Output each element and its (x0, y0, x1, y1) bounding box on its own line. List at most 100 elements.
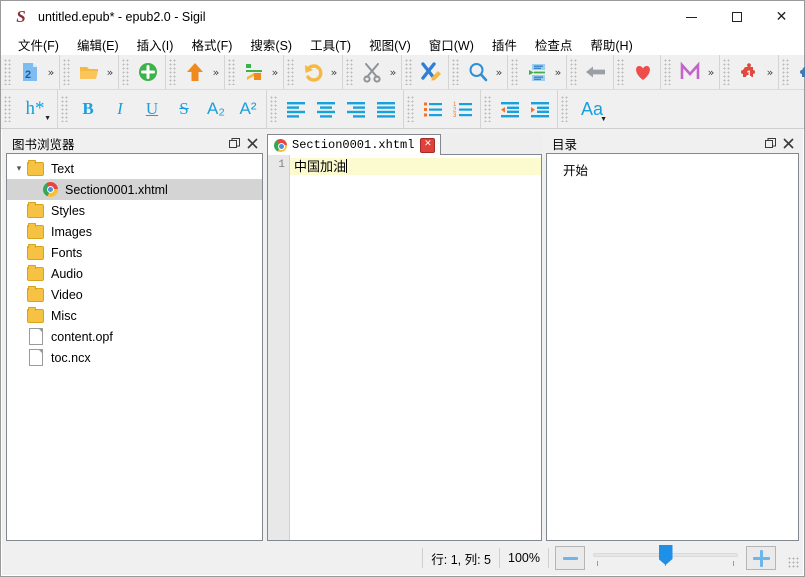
align-justify-button[interactable] (371, 95, 401, 123)
toolbar-drag-handle[interactable] (4, 59, 12, 85)
toolbar-overflow-icon[interactable]: » (45, 58, 57, 86)
tree-item-fonts[interactable]: Fonts (7, 242, 262, 263)
book-browser-close-button[interactable] (243, 134, 261, 152)
align-right-button[interactable] (341, 95, 371, 123)
bold-button[interactable]: B (72, 94, 104, 124)
change-case-button[interactable]: Aa ▼ (572, 94, 612, 124)
toolbar-overflow-icon[interactable]: » (210, 58, 222, 86)
tree-item-section0001[interactable]: Section0001.xhtml (7, 179, 262, 200)
book-browser-tree-container[interactable]: ▾ Text Section0001.xhtml Styles (6, 153, 263, 541)
zoom-out-button[interactable] (555, 546, 585, 570)
toolbar-drag-handle[interactable] (169, 59, 177, 85)
toolbar-overflow-icon[interactable]: » (269, 58, 281, 86)
close-button[interactable]: ✕ (759, 1, 804, 33)
menu-format[interactable]: 格式(F) (182, 33, 241, 56)
toolbar-overflow-icon[interactable]: » (328, 58, 340, 86)
toolbar-overflow-icon[interactable]: » (764, 58, 776, 86)
toolbar-drag-handle[interactable] (452, 59, 460, 85)
toolbar-overflow-icon[interactable]: » (705, 58, 717, 86)
toolbar-overflow-icon[interactable]: » (387, 58, 399, 86)
italic-button[interactable]: I (104, 94, 136, 124)
toolbar-drag-handle[interactable] (617, 59, 625, 85)
add-item-button[interactable] (133, 58, 163, 86)
tree-item-video[interactable]: Video (7, 284, 262, 305)
code-editor[interactable]: 1 中国加油 (267, 155, 542, 541)
book-browser-float-button[interactable] (225, 134, 243, 152)
toolbar-drag-handle[interactable] (228, 59, 236, 85)
undo-button[interactable] (298, 58, 328, 86)
toolbar-drag-handle[interactable] (270, 96, 278, 122)
zoom-slider-handle[interactable] (659, 545, 673, 565)
new-epub2-button[interactable]: 2 (15, 58, 45, 86)
menu-file[interactable]: 文件(F) (9, 33, 68, 56)
toc-float-button[interactable] (761, 134, 779, 152)
tree-item-audio[interactable]: Audio (7, 263, 262, 284)
menu-insert[interactable]: 插入(I) (128, 33, 183, 56)
decrease-indent-button[interactable] (495, 95, 525, 123)
zoom-slider[interactable] (593, 547, 738, 569)
bullet-list-button[interactable] (418, 95, 448, 123)
toolbar-drag-handle[interactable] (782, 59, 790, 85)
menu-plugins[interactable]: 插件 (483, 33, 526, 56)
minimize-button[interactable] (669, 1, 714, 33)
toolbar-drag-handle[interactable] (122, 59, 130, 85)
align-center-button[interactable] (311, 95, 341, 123)
zoom-in-button[interactable] (746, 546, 776, 570)
toolbar-drag-handle[interactable] (405, 59, 413, 85)
toolbar-drag-handle[interactable] (723, 59, 731, 85)
back-button[interactable] (581, 58, 611, 86)
tree-item-toc-ncx[interactable]: toc.ncx (7, 347, 262, 368)
toolbar-drag-handle[interactable] (511, 59, 519, 85)
toolbar-drag-handle[interactable] (570, 59, 578, 85)
toolbar-drag-handle[interactable] (484, 96, 492, 122)
tree-item-styles[interactable]: Styles (7, 200, 262, 221)
superscript-button[interactable]: A² (232, 94, 264, 124)
cut-button[interactable] (357, 58, 387, 86)
menu-view[interactable]: 视图(V) (360, 33, 420, 56)
menu-search[interactable]: 搜索(S) (241, 33, 301, 56)
open-button[interactable] (74, 58, 104, 86)
add-existing-files-button[interactable] (180, 58, 210, 86)
code-line-1[interactable]: 中国加油 (290, 158, 541, 175)
numbered-list-button[interactable]: 1 2 3 (448, 95, 478, 123)
toc-list-item[interactable]: 开始 (547, 154, 798, 179)
toolbar-drag-handle[interactable] (287, 59, 295, 85)
increase-indent-button[interactable] (525, 95, 555, 123)
tab-section0001-xhtml[interactable]: Section0001.xhtml ✕ (267, 134, 441, 155)
align-left-button[interactable] (281, 95, 311, 123)
toolbar-drag-handle[interactable] (61, 96, 69, 122)
heading-dropdown-button[interactable]: h* ▼ (15, 94, 55, 124)
resize-grip[interactable] (788, 557, 800, 569)
toc-list-container[interactable]: 开始 (546, 153, 799, 541)
menu-window[interactable]: 窗口(W) (420, 33, 483, 56)
menu-tools[interactable]: 工具(T) (301, 33, 360, 56)
toolbar-overflow-icon[interactable]: » (552, 58, 564, 86)
validate-epub-button[interactable] (416, 58, 446, 86)
split-at-cursor-button[interactable] (239, 58, 269, 86)
code-area[interactable]: 中国加油 (290, 155, 541, 540)
tree-item-content-opf[interactable]: content.opf (7, 326, 262, 347)
tab-close-icon[interactable]: ✕ (420, 138, 435, 153)
underline-button[interactable]: U (136, 94, 168, 124)
toolbar-drag-handle[interactable] (346, 59, 354, 85)
toolbar-overflow-icon[interactable]: » (104, 58, 116, 86)
tree-item-text[interactable]: ▾ Text (7, 158, 262, 179)
menu-checkpoint[interactable]: 检查点 (526, 33, 582, 56)
plugin-6-button[interactable]: 6 (793, 58, 805, 86)
tree-item-misc[interactable]: Misc (7, 305, 262, 326)
toolbar-drag-handle[interactable] (664, 59, 672, 85)
metadata-editor-button[interactable] (675, 58, 705, 86)
tree-item-images[interactable]: Images (7, 221, 262, 242)
toolbar-drag-handle[interactable] (407, 96, 415, 122)
toolbar-drag-handle[interactable] (561, 96, 569, 122)
clips-button[interactable] (628, 58, 658, 86)
expand-chevron-icon[interactable]: ▾ (11, 164, 27, 174)
toc-close-button[interactable] (779, 134, 797, 152)
strikethrough-button[interactable]: S (168, 94, 200, 124)
maximize-button[interactable] (714, 1, 759, 33)
spellcheck-button[interactable] (522, 58, 552, 86)
plugin-1-button[interactable]: 1 (734, 58, 764, 86)
toolbar-drag-handle[interactable] (63, 59, 71, 85)
menu-edit[interactable]: 编辑(E) (68, 33, 128, 56)
toolbar-overflow-icon[interactable]: » (493, 58, 505, 86)
